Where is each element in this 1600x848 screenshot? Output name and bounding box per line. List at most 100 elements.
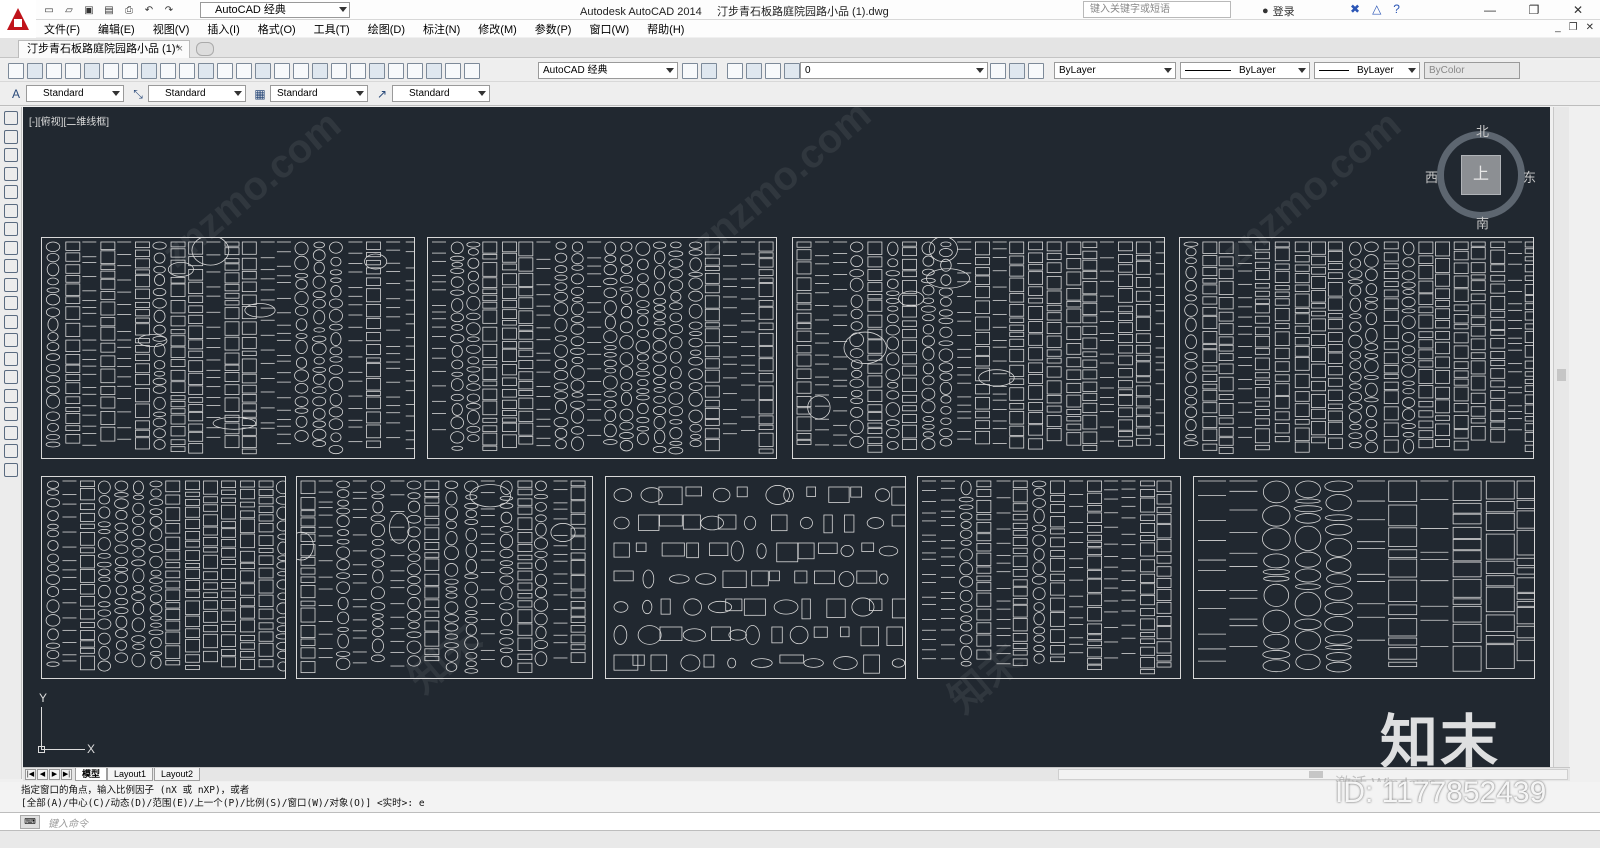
dim-style-icon[interactable]: ⤡ — [130, 86, 146, 102]
menu-draw[interactable]: 绘图(D) — [359, 21, 414, 37]
redo-icon[interactable] — [255, 63, 271, 79]
minimize-icon[interactable]: — — [1468, 0, 1512, 20]
tab-close-icon[interactable]: × — [177, 41, 183, 57]
menu-insert[interactable]: 插入(I) — [198, 21, 248, 37]
drawing-sheet[interactable] — [792, 237, 1165, 459]
workspace-select[interactable]: AutoCAD 经典 — [200, 2, 350, 18]
insert-block-icon[interactable] — [4, 314, 18, 329]
open-file-icon[interactable]: ▱ — [60, 2, 78, 18]
match-icon[interactable] — [198, 63, 214, 79]
save-icon[interactable] — [46, 63, 62, 79]
menu-window[interactable]: 窗口(W) — [580, 21, 638, 37]
make-current-icon[interactable] — [990, 63, 1006, 79]
preview-icon[interactable] — [84, 63, 100, 79]
text-style-combo[interactable]: Standard — [26, 85, 124, 102]
menu-edit[interactable]: 编辑(E) — [89, 21, 144, 37]
zoom-window-icon[interactable] — [312, 63, 328, 79]
next-layout-icon[interactable]: ▶ — [49, 769, 60, 780]
ellipse-icon[interactable] — [4, 277, 18, 292]
print-icon[interactable]: ⎙ — [120, 2, 138, 18]
ellipse-arc-icon[interactable] — [4, 296, 18, 310]
zoom-previous-icon[interactable] — [331, 63, 347, 79]
login-button[interactable]: ● 登录 — [1262, 3, 1295, 19]
workspace-combo[interactable]: AutoCAD 经典 — [538, 62, 678, 79]
undo-icon[interactable]: ↶ — [140, 2, 158, 18]
layer-states-icon[interactable] — [1028, 63, 1044, 79]
lock-icon[interactable] — [784, 63, 800, 79]
pan-icon[interactable] — [274, 63, 290, 79]
plot-icon[interactable] — [65, 63, 81, 79]
polyline-icon[interactable] — [4, 148, 18, 162]
prev-layout-icon[interactable]: ◀ — [37, 769, 48, 780]
3dprint-icon[interactable] — [122, 63, 138, 79]
drawing-sheet[interactable] — [1179, 237, 1534, 459]
maximize-icon[interactable]: ❐ — [1512, 0, 1556, 20]
drawing-sheet[interactable] — [41, 237, 415, 459]
design-center-icon[interactable] — [369, 63, 385, 79]
linetype-combo[interactable]: ByLayer — [1180, 62, 1310, 79]
compass-west[interactable]: 西 — [1425, 167, 1438, 186]
lineweight-combo[interactable]: ByLayer — [1314, 62, 1420, 79]
menu-dimension[interactable]: 标注(N) — [414, 21, 469, 37]
circle-icon[interactable] — [4, 222, 18, 236]
markup-icon[interactable] — [426, 63, 442, 79]
zoom-realtime-icon[interactable] — [293, 63, 309, 79]
drawing-sheet[interactable] — [41, 476, 286, 679]
copy-icon[interactable] — [160, 63, 176, 79]
file-tab[interactable]: 汀步青石板路庭院园路小品 (1)* × — [18, 40, 190, 58]
table-style-combo[interactable]: Standard — [270, 85, 368, 102]
gradient-icon[interactable] — [4, 388, 18, 403]
gear-icon[interactable] — [682, 63, 698, 79]
table-style-icon[interactable]: ▦ — [252, 86, 268, 102]
cut-icon[interactable] — [141, 63, 157, 79]
layer-combo[interactable]: 0 — [800, 62, 988, 79]
plotstyle-combo[interactable]: ByColor — [1424, 62, 1520, 79]
doc-minimize-icon[interactable]: _ — [1555, 22, 1561, 33]
drawing-sheet[interactable] — [296, 476, 593, 679]
exchange-icon[interactable]: ✖ — [1350, 2, 1360, 16]
command-line[interactable]: ⌨ 键入命令 — [0, 812, 1600, 831]
publish-icon[interactable] — [103, 63, 119, 79]
polygon-icon[interactable] — [4, 166, 18, 181]
viewcube-face-top[interactable]: 上 — [1461, 155, 1501, 195]
new-icon[interactable] — [8, 63, 24, 79]
scroll-thumb[interactable] — [1309, 771, 1323, 778]
tab-layout2[interactable]: Layout2 — [154, 768, 201, 781]
workspace-settings-icon[interactable] — [701, 63, 717, 79]
make-block-icon[interactable] — [4, 333, 18, 347]
region-icon[interactable] — [4, 407, 18, 421]
doc-close-icon[interactable]: ✕ — [1586, 22, 1594, 33]
sun-icon[interactable] — [765, 63, 781, 79]
add-selected-icon[interactable] — [4, 462, 18, 477]
new-file-icon[interactable]: ▭ — [40, 2, 58, 18]
drawing-sheet[interactable] — [605, 476, 906, 679]
line-icon[interactable] — [4, 111, 18, 125]
close-icon[interactable]: ✕ — [1556, 0, 1600, 20]
calculator-icon[interactable] — [445, 63, 461, 79]
multiline-text-icon[interactable] — [4, 444, 18, 458]
point-icon[interactable] — [4, 351, 18, 366]
drawing-sheet[interactable] — [917, 476, 1181, 679]
block-icon[interactable] — [217, 63, 233, 79]
drawing-sheet[interactable] — [1193, 476, 1535, 679]
vertical-scrollbar[interactable] — [1553, 107, 1569, 767]
command-input[interactable]: 键入命令 — [48, 815, 88, 830]
menu-format[interactable]: 格式(O) — [249, 21, 305, 37]
menu-view[interactable]: 视图(V) — [144, 21, 199, 37]
menu-modify[interactable]: 修改(M) — [469, 21, 526, 37]
menu-help[interactable]: 帮助(H) — [638, 21, 693, 37]
save-icon[interactable]: ▣ — [80, 2, 98, 18]
properties-icon[interactable] — [350, 63, 366, 79]
dim-style-combo[interactable]: Standard — [148, 85, 246, 102]
a360-icon[interactable]: △ — [1372, 2, 1381, 16]
construction-line-icon[interactable] — [4, 129, 18, 144]
rectangle-icon[interactable] — [4, 185, 18, 199]
lightbulb-icon[interactable] — [746, 63, 762, 79]
revision-cloud-icon[interactable] — [4, 240, 18, 255]
viewport-label[interactable]: [-][俯视][二维线框] — [29, 113, 109, 128]
help-icon[interactable] — [464, 63, 480, 79]
menu-tools[interactable]: 工具(T) — [305, 21, 359, 37]
first-layout-icon[interactable]: |◀ — [25, 769, 36, 780]
tool-palettes-icon[interactable] — [388, 63, 404, 79]
color-combo[interactable]: ByLayer — [1054, 62, 1176, 79]
